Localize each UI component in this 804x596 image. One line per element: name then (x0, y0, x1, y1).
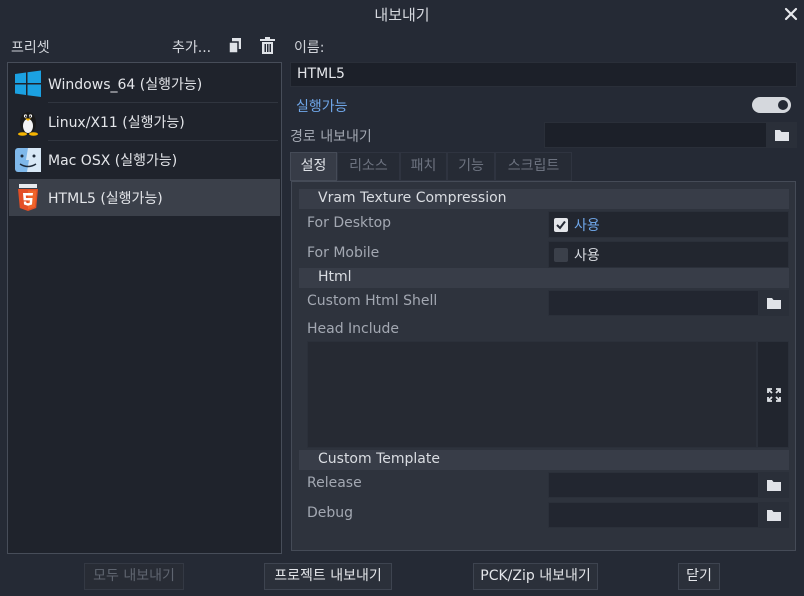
custom-html-shell-folder-button[interactable] (759, 290, 789, 316)
debug-template-field[interactable] (548, 502, 759, 528)
windows-icon (14, 70, 42, 98)
section-html: Html (299, 268, 789, 288)
folder-icon (775, 130, 789, 141)
section-title: Html (318, 269, 352, 285)
runnable-label: 실행가능 (296, 99, 348, 115)
add-preset-button[interactable]: 추가... (172, 37, 211, 57)
folder-icon (767, 510, 781, 521)
export-all-button[interactable]: 모두 내보내기 (84, 563, 184, 590)
mac-finder-icon (14, 146, 42, 174)
export-path-folder-button[interactable] (767, 122, 797, 148)
export-project-button[interactable]: 프로젝트 내보내기 (264, 563, 392, 590)
close-button[interactable]: 닫기 (678, 563, 720, 590)
export-path-field[interactable] (544, 122, 767, 148)
debug-label: Debug (307, 505, 354, 521)
custom-html-shell-label: Custom Html Shell (307, 293, 438, 309)
for-desktop-label: For Desktop (307, 215, 392, 231)
preset-list: Windows_64 (실행가능) Linux/X11 (실행가능) Mac O… (7, 62, 282, 554)
close-icon[interactable] (780, 3, 802, 25)
for-mobile-checkbox[interactable]: 사용 (548, 241, 789, 268)
release-template-field[interactable] (548, 472, 759, 498)
preset-item-windows[interactable]: Windows_64 (실행가능) (9, 65, 280, 102)
section-vram-texture-compression: Vram Texture Compression (299, 189, 789, 209)
section-title: Vram Texture Compression (318, 190, 507, 206)
tab-patches[interactable]: 패치 (400, 152, 447, 181)
preset-label: Windows_64 (실행가능) (48, 77, 203, 93)
linux-tux-icon (14, 108, 42, 136)
window-title: 내보내기 (374, 6, 430, 24)
name-value: HTML5 (297, 66, 345, 82)
checkbox-unchecked-icon (554, 248, 568, 262)
tab-script[interactable]: 스크립트 (495, 152, 572, 181)
duplicate-icon[interactable] (228, 37, 244, 55)
preset-label: Mac OSX (실행가능) (48, 153, 178, 169)
folder-icon (767, 298, 781, 309)
head-include-textarea[interactable] (307, 341, 757, 448)
preset-label: Linux/X11 (실행가능) (48, 115, 185, 131)
presets-label: 프리셋 (11, 40, 50, 56)
checkbox-checked-icon (554, 218, 568, 232)
preset-item-macos[interactable]: Mac OSX (실행가능) (9, 141, 280, 178)
folder-icon (767, 480, 781, 491)
head-include-side (757, 341, 789, 448)
name-field[interactable]: HTML5 (290, 62, 797, 87)
debug-folder-button[interactable] (759, 502, 789, 528)
head-include-label: Head Include (307, 321, 400, 337)
toggle-knob (778, 100, 788, 110)
name-label: 이름: (294, 40, 325, 56)
for-desktop-checkbox[interactable]: 사용 (548, 211, 789, 238)
export-path-label: 경로 내보내기 (290, 129, 372, 145)
release-folder-button[interactable] (759, 472, 789, 498)
tab-features[interactable]: 기능 (447, 152, 495, 181)
for-desktop-enable-label: 사용 (574, 218, 600, 234)
section-custom-template: Custom Template (299, 450, 789, 470)
html5-icon (14, 184, 42, 212)
section-title: Custom Template (318, 451, 440, 467)
custom-html-shell-field[interactable] (548, 290, 759, 316)
preset-item-linux[interactable]: Linux/X11 (실행가능) (9, 103, 280, 140)
for-mobile-label: For Mobile (307, 245, 380, 261)
export-pck-zip-button[interactable]: PCK/Zip 내보내기 (473, 563, 598, 590)
for-mobile-enable-label: 사용 (574, 248, 600, 264)
tab-resources[interactable]: 리소스 (337, 152, 400, 181)
preset-label: HTML5 (실행가능) (48, 191, 163, 207)
preset-item-html5[interactable]: HTML5 (실행가능) (9, 179, 280, 216)
runnable-toggle[interactable] (752, 97, 791, 113)
delete-icon[interactable] (259, 37, 276, 55)
tab-settings[interactable]: 설정 (290, 152, 337, 181)
expand-icon[interactable] (767, 388, 781, 402)
release-label: Release (307, 475, 362, 491)
